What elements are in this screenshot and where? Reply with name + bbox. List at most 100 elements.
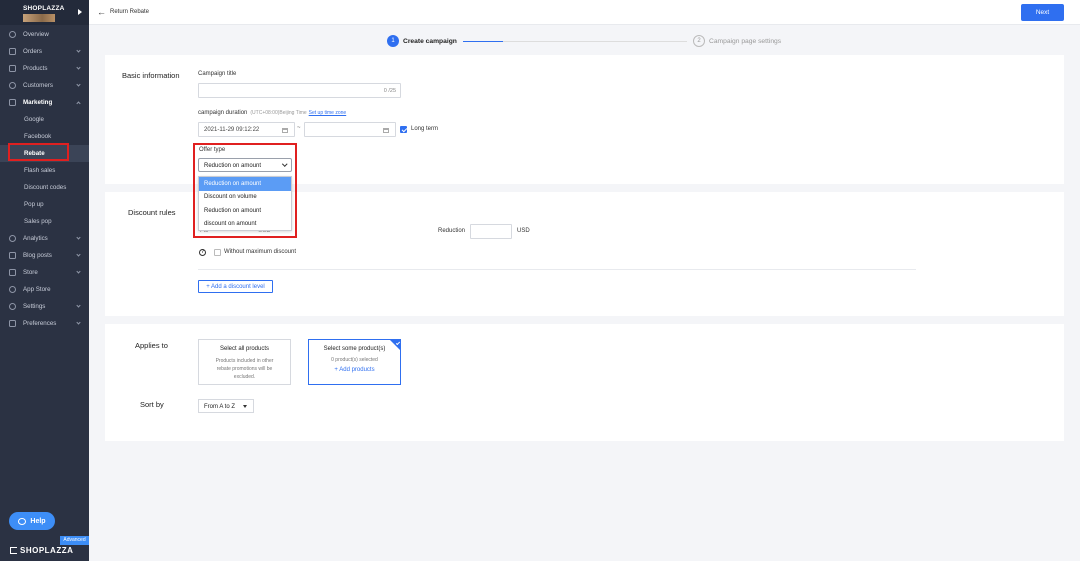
sidebar-subitem-google[interactable]: Google [0, 111, 89, 128]
step-campaign-page-settings: 2 Campaign page settings [693, 35, 781, 47]
sidebar-item-label: Store [23, 269, 38, 276]
duration-label-text: campaign duration [198, 110, 248, 116]
back-link[interactable]: Return Rebate [110, 9, 149, 15]
long-term-label: Long term [411, 126, 439, 132]
sidebar-subitem-sales-pop[interactable]: Sales pop [0, 213, 89, 230]
step-number: 2 [693, 35, 705, 47]
gear-icon [9, 303, 16, 310]
sidebar-item-preferences[interactable]: Preferences [0, 315, 89, 332]
sidebar-item-analytics[interactable]: Analytics [0, 230, 89, 247]
help-label: Help [30, 517, 46, 525]
set-up-timezone-link[interactable]: Set up time zone [309, 110, 347, 116]
sidebar-nav: Overview Orders Products Customers Marke… [0, 26, 89, 332]
store-logo [23, 14, 55, 22]
overview-icon [9, 31, 16, 38]
chevron-down-icon [76, 269, 81, 274]
offer-type-selected: Reduction on amount [204, 162, 262, 169]
chevron-down-icon [76, 82, 81, 87]
chevron-down-icon [76, 48, 81, 53]
campaign-title-label: Campaign title [198, 71, 237, 77]
sidebar-item-store[interactable]: Store [0, 264, 89, 281]
next-button[interactable]: Next [1021, 4, 1064, 21]
offer-option[interactable]: Discount on volume [199, 191, 291, 205]
chevron-down-icon [76, 252, 81, 257]
caret-right-icon [78, 9, 82, 15]
start-date-value: 2021-11-29 09:12:22 [204, 127, 260, 133]
sidebar-item-overview[interactable]: Overview [0, 26, 89, 43]
offer-type-label: Offer type [199, 147, 226, 153]
offer-option[interactable]: discount on amount [199, 218, 291, 232]
sidebar-item-blog-posts[interactable]: Blog posts [0, 247, 89, 264]
end-date-input[interactable] [304, 122, 396, 137]
reduction-amount-input[interactable] [470, 224, 512, 239]
sidebar-item-products[interactable]: Products [0, 60, 89, 77]
step-number: 1 [387, 35, 399, 47]
products-selected-count: 0 product(s) selected [331, 357, 378, 363]
products-icon [9, 65, 16, 72]
sidebar-item-label: Overview [23, 31, 49, 38]
sidebar-subitem-pop-up[interactable]: Pop up [0, 196, 89, 213]
reduction-currency: USD [517, 228, 530, 234]
step-create-campaign: 1 Create campaign [387, 35, 457, 47]
option-title: Select some product(s) [323, 346, 386, 352]
basic-information-heading: Basic information [122, 71, 180, 80]
store-icon [9, 269, 16, 276]
sidebar-subitem-flash-sales[interactable]: Flash sales [0, 162, 89, 179]
campaign-duration-label: campaign duration (UTC+08:00)Beijing Time… [198, 110, 346, 116]
sidebar-item-label: Preferences [23, 320, 57, 327]
chevron-down-icon [281, 161, 287, 167]
sidebar-item-orders[interactable]: Orders [0, 43, 89, 60]
sidebar-item-settings[interactable]: Settings [0, 298, 89, 315]
calendar-icon [282, 128, 288, 133]
step-progress-line [463, 41, 687, 42]
long-term-checkbox[interactable] [400, 126, 407, 133]
chat-bubble-icon [18, 517, 27, 525]
start-date-input[interactable]: 2021-11-29 09:12:22 [198, 122, 295, 137]
chevron-up-icon [76, 101, 81, 106]
chevron-down-icon [76, 320, 81, 325]
sidebar-item-marketing[interactable]: Marketing [0, 94, 89, 111]
offer-option[interactable]: Reduction on amount [199, 177, 291, 191]
sort-by-select[interactable]: From A to Z [198, 399, 254, 413]
rebate-highlight-annotation [8, 143, 69, 161]
question-icon[interactable]: ? [199, 249, 206, 256]
store-switcher[interactable]: SHOPLAZZA [0, 0, 89, 25]
sidebar-subitem-discount-codes[interactable]: Discount codes [0, 179, 89, 196]
analytics-icon [9, 235, 16, 242]
blog-icon [9, 252, 16, 259]
sidebar-item-label: Analytics [23, 235, 48, 242]
campaign-title-input[interactable]: 0 /25 [198, 83, 401, 98]
option-description: Products included in other rebate promot… [215, 358, 274, 380]
sort-by-heading: Sort by [140, 400, 164, 409]
sidebar-item-app-store[interactable]: App Store [0, 281, 89, 298]
sidebar-item-label: Marketing [23, 99, 53, 106]
add-products-link[interactable]: + Add products [309, 367, 400, 373]
sidebar-item-label: Customers [23, 82, 53, 89]
topbar: ← Return Rebate Next [89, 0, 1080, 25]
reduction-label: Reduction [438, 228, 466, 234]
select-some-products-option[interactable]: Select some product(s) 0 product(s) sele… [308, 339, 401, 385]
select-all-products-option[interactable]: Select all products Products included in… [198, 339, 291, 385]
footer-logo: SHOPLAZZA [10, 546, 73, 555]
sidebar-item-customers[interactable]: Customers [0, 77, 89, 94]
shoplazza-logo-icon [10, 547, 17, 554]
app-store-icon [9, 286, 16, 293]
sidebar-item-label: Settings [23, 303, 46, 310]
without-max-discount-checkbox[interactable] [214, 249, 221, 256]
megaphone-icon [9, 99, 16, 106]
date-range-separator: ~ [297, 125, 301, 131]
sidebar-item-label: App Store [23, 286, 51, 293]
caret-down-icon [243, 405, 247, 408]
offer-type-select[interactable]: Reduction on amount [198, 158, 292, 172]
store-name: SHOPLAZZA [23, 5, 65, 12]
discount-rules-heading: Discount rules [128, 208, 176, 217]
back-arrow-icon[interactable]: ← [97, 8, 106, 17]
help-button[interactable]: Help [9, 512, 55, 530]
sidebar: SHOPLAZZA Overview Orders Products Custo… [0, 0, 89, 561]
step-label: Campaign page settings [709, 37, 782, 45]
add-discount-level-button[interactable]: + Add a discount level [198, 280, 273, 293]
step-label: Create campaign [403, 37, 457, 45]
footer-brand: SHOPLAZZA [20, 546, 74, 555]
offer-option[interactable]: Reduction on amount [199, 204, 291, 218]
offer-type-dropdown: Reduction on amount Discount on volume R… [198, 176, 292, 231]
